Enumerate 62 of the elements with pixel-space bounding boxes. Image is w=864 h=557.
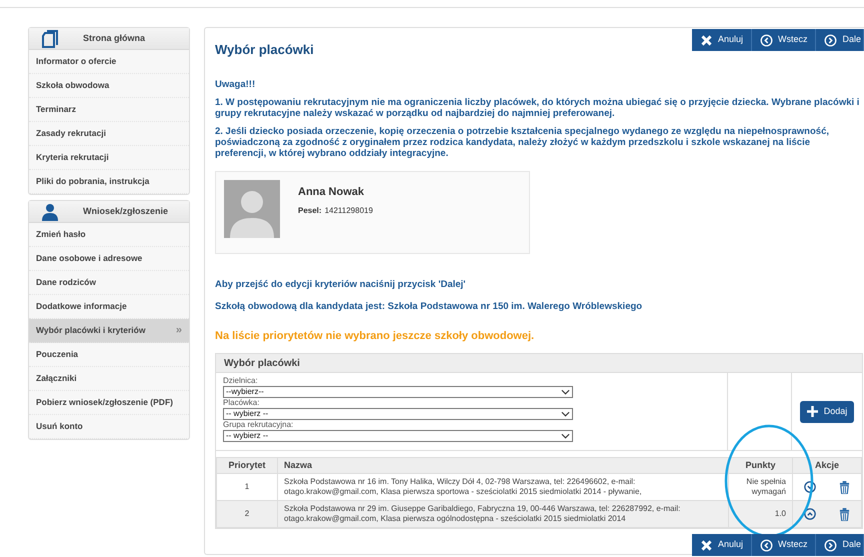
add-button[interactable]: Dodaj <box>800 400 854 422</box>
sidebar-item[interactable]: Pobierz wniosek/zgłoszenie (PDF) <box>29 391 189 415</box>
toolbar-button[interactable]: Dale <box>816 29 864 51</box>
district-school-text: Szkołą obwodową dla kandydata jest: Szkoła Podstawowa nr 150 im. Walerego Wróblewskiego <box>215 300 644 312</box>
sidebar-item[interactable]: Wybór placówki i kryteriów » <box>29 319 189 343</box>
avatar-icon <box>224 180 280 238</box>
person-icon <box>41 202 59 220</box>
document-icon <box>41 30 59 48</box>
sidebar-item[interactable]: Szkoła obwodowa <box>29 74 189 98</box>
caret-icon <box>561 411 570 417</box>
sidebar-heading: Strona główna <box>82 32 146 45</box>
trash-icon[interactable] <box>838 480 850 494</box>
sidebar-item[interactable]: Zasady rekrutacji <box>29 122 189 146</box>
points-cell: 1.0 <box>728 500 792 528</box>
notice-text: 1. W postępowaniu rekrutacyjnym nie ma ograniczenia liczby placówek, do których można ubiegać się o przyjęcie dziecka. Wybrane placówki i grupy rekrutacyjne należy wskazać w porządku od najbardziej do najmniej preferowanej. <box>215 96 860 118</box>
sidebar-item[interactable]: Usuń konto <box>29 415 189 439</box>
field-label: Placówka: <box>223 398 260 408</box>
sidebar-item[interactable]: Pouczenia <box>29 343 189 367</box>
plus-icon <box>806 406 818 417</box>
sidebar-item[interactable]: Pliki do pobrania, instrukcja <box>29 170 189 194</box>
select-field[interactable]: -- wybierz -- <box>223 408 573 420</box>
sidebar-item[interactable]: Informator o ofercie <box>29 50 189 74</box>
field-label: Dzielnica: <box>223 376 259 386</box>
move-down-icon[interactable] <box>804 481 816 493</box>
notice-text: 2. Jeśli dziecko posiada orzeczenie, kopię orzeczenia o potrzebie kształcenia specjalnego wydanego ze względu na niepełnosprawność, poświadczoną za zgodność z oryginałem przez rodzica kandydata, należy złożyć w każdym przedszkolu i szkole wskazanej na liście preferencji, w której wybrano oddziały integracyjne. <box>215 126 830 158</box>
caret-icon <box>561 389 570 395</box>
back-icon <box>760 34 773 46</box>
select-field[interactable]: --wybierz-- <box>223 386 573 398</box>
toolbar-button[interactable]: Wstecz <box>752 29 816 51</box>
section-heading: Wybór placówki <box>216 354 862 373</box>
toolbar-button[interactable]: Anuluj <box>692 534 752 556</box>
sidebar-heading: Wniosek/zgłoszenie <box>82 204 168 218</box>
sidebar-item[interactable]: Dane osobowe i adresowe <box>29 247 189 271</box>
warning-text: Na liście priorytetów nie wybrano jeszcze szkoły obwodowej. <box>215 328 536 344</box>
notice-heading: Uwaga!!! <box>215 78 256 90</box>
sidebar-item[interactable]: Zmień hasło <box>29 223 189 247</box>
next-icon <box>824 538 838 552</box>
pesel-number: 14211298019 <box>324 205 373 217</box>
select-field[interactable]: -- wybierz -- <box>223 430 573 442</box>
sidebar-item[interactable]: Terminarz <box>29 98 189 122</box>
instruction-text: Aby przejść do edycji kryteriów naciśnij przycisk 'Dalej' <box>215 278 467 290</box>
toolbar-button[interactable]: Dale <box>816 534 864 556</box>
sidebar-item[interactable]: Dane rodziców <box>29 271 189 295</box>
caret-icon <box>561 433 570 439</box>
back-icon <box>760 538 773 552</box>
priority-cell: 2 <box>216 500 278 528</box>
sidebar-item[interactable]: Kryteria rekrutacji <box>29 146 189 170</box>
toolbar-button[interactable]: Anuluj <box>692 29 752 51</box>
name-cell: Szkoła Podstawowa nr 29 im. Giuseppe Garibaldiego, Fabryczna 19, 00-446 Warszawa, tel: 226287992, e-mail: otago.krakow@gmail.com, Klasa pierwsza ogólnodostępna - sześciolatki 2015 siedmiolatki 2014 <box>278 500 728 528</box>
field-label: Grupa rekrutacyjna: <box>223 420 294 430</box>
pesel-label: Pesel: <box>298 205 322 217</box>
page-title: Wybór placówki <box>215 41 314 59</box>
close-icon <box>700 34 713 46</box>
move-up-icon[interactable] <box>804 508 816 520</box>
trash-icon[interactable] <box>838 508 850 520</box>
person-name: Anna Nowak <box>298 184 366 200</box>
column-header: Nazwa <box>278 458 728 474</box>
close-icon <box>700 538 713 552</box>
toolbar-button[interactable]: Wstecz <box>752 534 816 556</box>
next-icon <box>824 34 838 46</box>
sidebar-item[interactable]: Załączniki <box>29 367 189 391</box>
column-header: Priorytet <box>216 458 278 474</box>
